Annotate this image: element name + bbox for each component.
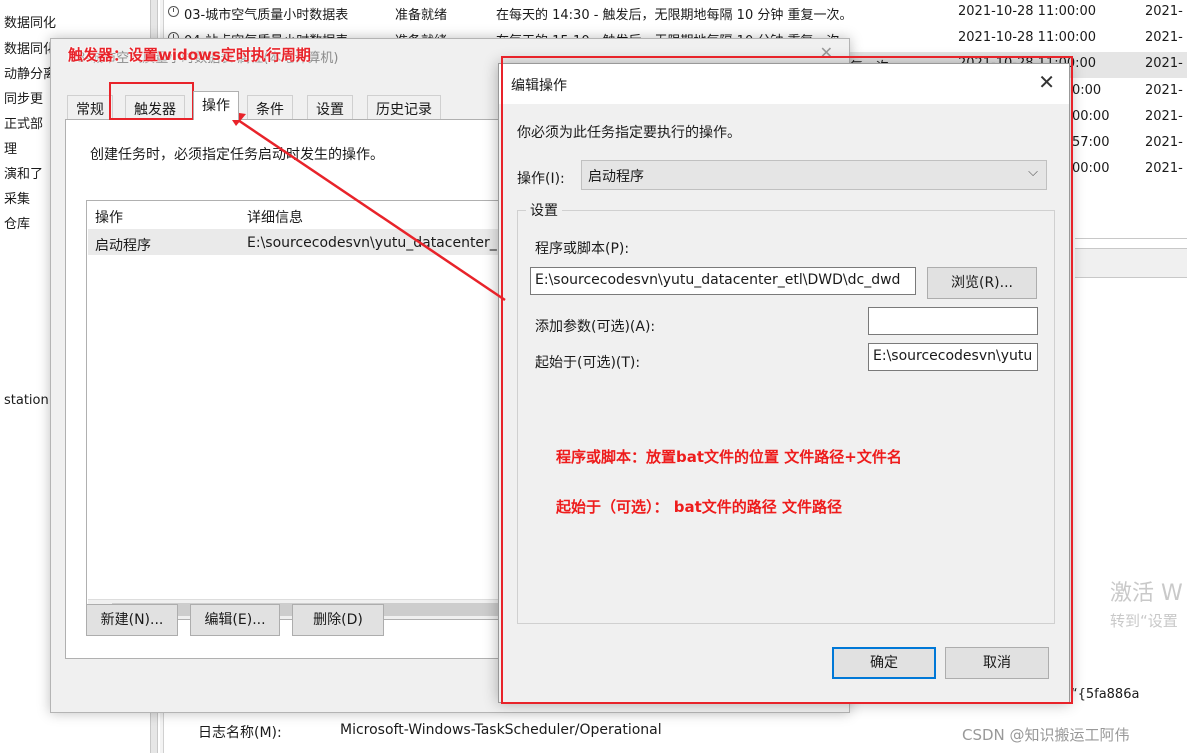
browse-button[interactable]: 浏览(R)... <box>927 267 1037 299</box>
start-in-input[interactable]: E:\sourcecodesvn\yutu <box>868 343 1038 371</box>
operation-label: 操作(I): <box>517 171 565 187</box>
action-detail-cell: E:\sourcecodesvn\yutu_datacenter_ <box>247 235 497 251</box>
arguments-label: 添加参数(可选)(A): <box>535 319 656 335</box>
new-button[interactable]: 新建(N)... <box>86 604 178 636</box>
column-header-details[interactable]: 详细信息 <box>247 207 303 227</box>
action-type-cell: 启动程序 <box>95 238 151 254</box>
divider <box>1075 238 1187 239</box>
task-next-run: 2021-10-28 11:00:00 <box>958 30 1097 45</box>
nav-item[interactable]: 数据同化 <box>4 38 56 57</box>
nav-item[interactable]: 采集 <box>4 188 30 207</box>
panel-description: 创建任务时，必须指定任务启动时发生的操作。 <box>90 147 384 163</box>
nav-station-text: station <box>4 393 49 408</box>
operation-selected-value: 启动程序 <box>588 169 644 185</box>
ok-button[interactable]: 确定 <box>832 647 936 679</box>
task-last-run: 2021- <box>1145 83 1183 98</box>
program-label: 程序或脚本(P): <box>535 241 630 257</box>
chevron-down-icon: ⌵ <box>1028 165 1038 180</box>
task-last-run: 2021- <box>1145 135 1183 150</box>
nav-item[interactable]: 数据同化 <box>4 12 56 31</box>
task-next-run: 00:00 <box>1072 109 1110 124</box>
column-header-action[interactable]: 操作 <box>95 207 123 227</box>
delete-button[interactable]: 删除(D) <box>292 604 384 636</box>
task-last-run: 2021- <box>1145 109 1183 124</box>
task-row[interactable]: 03-城市空气质量小时数据表 准备就绪 在每天的 14:30 - 触发后，无限期… <box>168 0 1187 26</box>
csdn-watermark: CSDN @知识搬运工阿伟 <box>962 726 1130 744</box>
task-next-run: 00:00 <box>1072 161 1110 176</box>
dialog-title: 编辑操作 <box>511 78 567 94</box>
operation-select[interactable]: 启动程序 ⌵ <box>581 160 1047 190</box>
actions-table: 操作 详细信息 启动程序 E:\sourcecodesvn\yutu_datac… <box>86 200 526 620</box>
nav-item[interactable]: 动静分离 <box>4 63 56 82</box>
tab-settings[interactable]: 设置 <box>307 95 353 119</box>
task-last-run: 2021- <box>1145 56 1183 71</box>
dialog-description: 你必须为此任务指定要执行的操作。 <box>517 125 741 141</box>
program-input[interactable]: E:\sourcecodesvn\yutu_datacenter_etl\DWD… <box>530 267 916 295</box>
task-next-run: 57:00 <box>1072 135 1110 150</box>
clock-icon <box>168 6 179 17</box>
annotation-note-start-in: 起始于（可选）： bat文件的路径 文件路径 <box>556 498 842 516</box>
nav-item[interactable]: 正式部 <box>4 113 43 132</box>
task-next-run: 0:00 <box>1072 83 1102 98</box>
annotation-note-program: 程序或脚本：放置bat文件的位置 文件路径+文件名 <box>556 448 902 466</box>
task-last-run: 2021- <box>1145 4 1183 19</box>
task-last-run: 2021- <box>1145 30 1183 45</box>
task-last-run: 2021- <box>1145 161 1183 176</box>
edit-button[interactable]: 编辑(E)... <box>190 604 280 636</box>
task-name: 03-城市空气质量小时数据表 <box>184 8 349 23</box>
task-status: 准备就绪 <box>395 8 448 23</box>
start-in-label: 起始于(可选)(T): <box>535 355 641 371</box>
arguments-input[interactable] <box>868 307 1038 335</box>
log-name-value: Microsoft-Windows-TaskScheduler/Operatio… <box>340 722 662 738</box>
tab-general[interactable]: 常规 <box>67 95 113 119</box>
task-trigger: 在每天的 14:30 - 触发后，无限期地每隔 10 分钟 重复一次。 <box>496 8 853 23</box>
dialog-titlebar: 编辑操作 ✕ <box>499 64 1069 104</box>
nav-item[interactable]: 同步更 <box>4 88 43 107</box>
activate-windows-hint: 转到“设置 <box>1110 612 1178 630</box>
close-icon[interactable]: ✕ <box>1038 70 1055 94</box>
nav-item[interactable]: 理 <box>4 138 17 157</box>
tab-actions[interactable]: 操作 <box>193 91 239 120</box>
cancel-button[interactable]: 取消 <box>945 647 1049 679</box>
nav-item[interactable]: 仓库 <box>4 213 30 232</box>
edit-action-dialog: 编辑操作 ✕ 你必须为此任务指定要执行的操作。 操作(I): 启动程序 ⌵ 设置… <box>498 63 1070 703</box>
tab-conditions[interactable]: 条件 <box>247 95 293 119</box>
tab-triggers[interactable]: 触发器 <box>125 95 185 119</box>
activate-windows-watermark: 激活 W <box>1110 581 1183 606</box>
nav-item[interactable]: 演和了 <box>4 163 43 182</box>
log-name-label: 日志名称(M): <box>198 725 282 741</box>
task-next-run: 2021-10-28 11:00:00 <box>958 4 1097 19</box>
tab-history[interactable]: 历史记录 <box>367 95 441 119</box>
close-icon[interactable]: ✕ <box>820 43 833 62</box>
annotation-title: 触发器：设置widows定时执行周期 <box>68 46 311 64</box>
details-tab-strip <box>1075 248 1187 278</box>
settings-legend: 设置 <box>526 200 562 220</box>
